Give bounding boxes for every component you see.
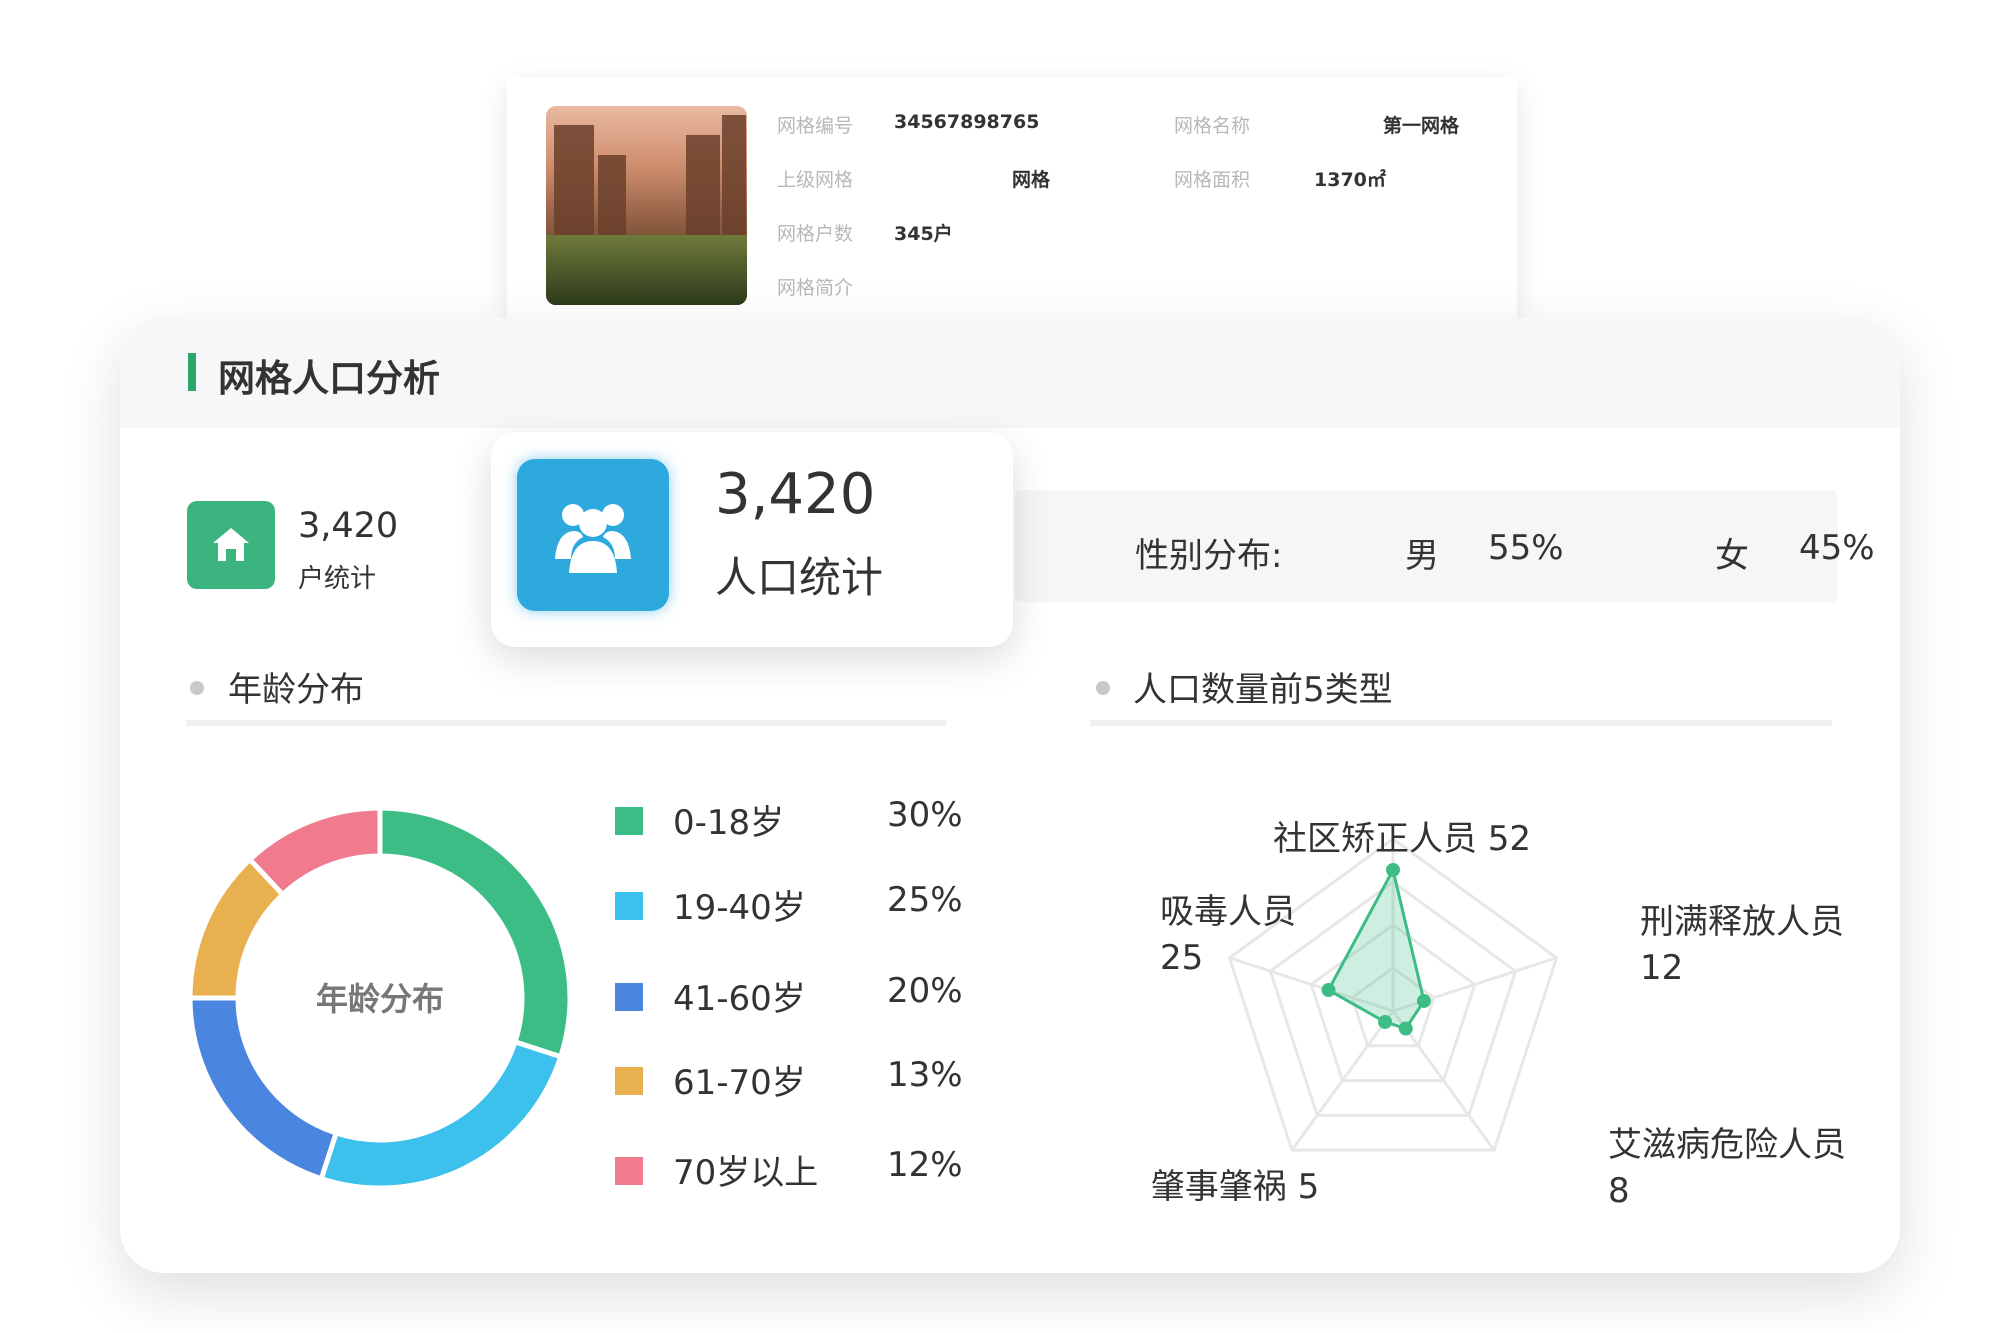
legend-percent: 30%: [887, 795, 963, 835]
section-divider: [186, 720, 946, 726]
house-icon: [187, 501, 275, 589]
population-stat-card: 3,420 人口统计: [491, 432, 1013, 647]
legend-swatch: [615, 807, 643, 835]
section-dot: [1096, 681, 1110, 695]
grid-area-label: 网格面积: [1174, 169, 1251, 191]
population-count: 3,420: [715, 462, 876, 527]
legend-percent: 13%: [887, 1055, 963, 1095]
legend-label: 41-60岁: [673, 979, 806, 1019]
parent-grid-value: 网格: [1012, 169, 1051, 191]
gender-label: 性别分布:: [1135, 536, 1283, 576]
grid-intro-label: 网格简介: [777, 277, 854, 299]
radar-label: 吸毒人员 25: [1160, 892, 1296, 978]
age-donut-chart: 年龄分布: [187, 805, 573, 1191]
gender-distribution: 性别分布: 男 55% 女 45%: [1015, 490, 1875, 602]
age-section-title: 年龄分布: [228, 670, 364, 710]
grid-photo: [546, 106, 747, 305]
parent-grid-label: 上级网格: [777, 169, 854, 191]
grid-info-card: 网格编号 34567898765 网格名称 第一网格 上级网格 网格 网格面积 …: [507, 77, 1517, 322]
radar-point: [1386, 862, 1400, 877]
radar-label: 社区矫正人员 52: [1273, 819, 1531, 859]
radar-label: 肇事肇祸 5: [1151, 1167, 1319, 1207]
donut-slice: [377, 805, 573, 1060]
card-header: 网格人口分析: [120, 318, 1900, 428]
male-percent: 55%: [1488, 528, 1564, 568]
section-divider: [1090, 720, 1832, 726]
title-accent-bar: [188, 353, 196, 391]
legend-percent: 20%: [887, 971, 963, 1011]
radar-label-line: 8: [1608, 1171, 1630, 1211]
radar-label: 刑满释放人员 12: [1640, 902, 1844, 988]
grid-id-value: 34567898765: [894, 111, 1040, 133]
grid-households-value: 345户: [894, 223, 953, 245]
legend-swatch: [615, 892, 643, 920]
radar-point: [1321, 983, 1336, 998]
radar-point: [1398, 1021, 1413, 1036]
legend-swatch: [615, 1067, 643, 1095]
legend-percent: 25%: [887, 880, 963, 920]
donut-center-label: 年龄分布: [316, 980, 444, 1018]
population-type-radar-chart: 社区矫正人员 52 刑满释放人员 12 艾滋病危险人员 8 肇事肇祸 5 吸毒人员 25: [1151, 819, 1846, 1211]
household-label: 户统计: [298, 564, 377, 594]
legend-swatch: [615, 1157, 643, 1185]
radar-label-line: 吸毒人员: [1160, 892, 1296, 932]
people-icon: [517, 459, 669, 611]
grid-name-value: 第一网格: [1383, 115, 1460, 137]
radar-label: 艾滋病危险人员 8: [1608, 1125, 1846, 1211]
radar-label-line: 25: [1160, 938, 1203, 978]
radar-point: [1378, 1014, 1393, 1029]
radar-label-line: 社区矫正人员 52: [1273, 819, 1531, 859]
legend-label: 70岁以上: [673, 1153, 819, 1193]
female-percent: 45%: [1799, 528, 1875, 568]
radar-point: [1416, 993, 1431, 1008]
radar-label-line: 肇事肇祸 5: [1151, 1167, 1319, 1207]
grid-households-label: 网格户数: [777, 223, 854, 245]
grid-id-label: 网格编号: [777, 115, 854, 137]
legend-label: 19-40岁: [673, 888, 806, 928]
section-dot: [190, 681, 204, 695]
legend-swatch: [615, 983, 643, 1011]
donut-slice: [187, 995, 340, 1182]
grid-area-value: 1370㎡: [1314, 169, 1386, 191]
radar-label-line: 12: [1640, 948, 1683, 988]
male-label: 男: [1405, 536, 1439, 576]
card-title: 网格人口分析: [218, 357, 440, 400]
radar-label-line: 艾滋病危险人员: [1608, 1125, 1846, 1165]
legend-label: 61-70岁: [673, 1063, 806, 1103]
legend-label: 0-18岁: [673, 803, 785, 843]
radar-label-line: 刑满释放人员: [1640, 902, 1844, 942]
donut-slice: [318, 1038, 564, 1191]
legend-percent: 12%: [887, 1145, 963, 1185]
type-section-title: 人口数量前5类型: [1133, 670, 1393, 710]
female-label: 女: [1715, 536, 1749, 576]
population-label: 人口统计: [715, 553, 884, 602]
grid-name-label: 网格名称: [1174, 115, 1251, 137]
household-count: 3,420: [298, 506, 399, 546]
donut-slice: [246, 805, 383, 899]
